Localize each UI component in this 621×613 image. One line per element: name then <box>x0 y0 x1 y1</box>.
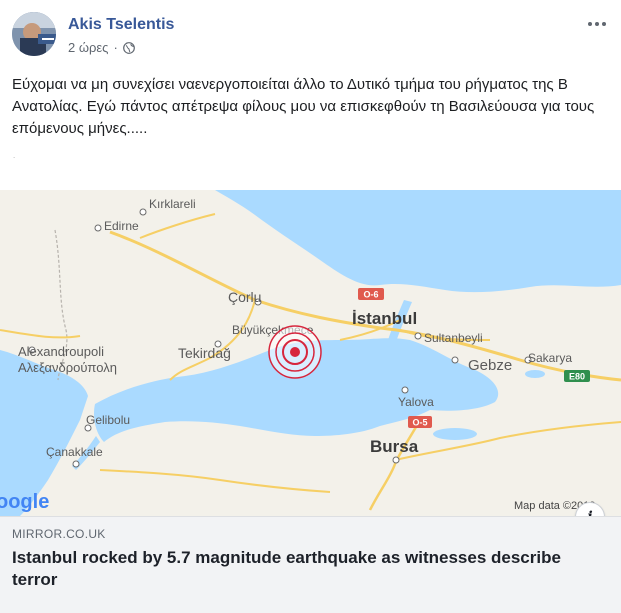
road-badge-o6: O-6 <box>358 288 384 300</box>
post-text-mark: . <box>13 151 16 160</box>
map-label-sultanbeyli: Sultanbeyli <box>424 331 483 345</box>
post-timestamp[interactable]: 2 ώρες <box>68 40 108 55</box>
link-preview[interactable]: O-6 O-5 E80 Kırklareli Edirne Çorlu Büyü… <box>0 190 621 613</box>
more-horizontal-icon[interactable] <box>583 12 611 36</box>
map-label-alexandroupoli-gr: Αλεξανδρούπολη <box>18 360 117 375</box>
post-header: Akis Tselentis 2 ώρες · <box>0 0 621 70</box>
map-label-gebze: Gebze <box>468 357 512 374</box>
road-badge-o5: O-5 <box>408 416 432 428</box>
map-label-corlu: Çorlu <box>228 289 261 305</box>
svg-text:oogle: oogle <box>0 491 49 513</box>
svg-text:E80: E80 <box>569 372 585 382</box>
map-label-kirklareli: Kırklareli <box>149 197 196 211</box>
earthquake-epicenter-marker <box>268 325 322 379</box>
map-label-istanbul: İstanbul <box>352 309 417 328</box>
link-preview-map[interactable]: O-6 O-5 E80 Kırklareli Edirne Çorlu Büyü… <box>0 190 621 516</box>
map-label-alexandroupoli: Alexandroupoli <box>18 344 104 359</box>
google-logo: oogle <box>0 491 49 513</box>
map-label-gelibolu: Gelibolu <box>86 413 130 427</box>
facebook-post: Akis Tselentis 2 ώρες · Εύχομαι να μη συ… <box>0 0 621 613</box>
svg-text:O-5: O-5 <box>412 418 427 428</box>
map-label-bursa: Bursa <box>370 437 419 456</box>
map-label-sakarya: Sakarya <box>528 351 572 365</box>
road-badge-e80: E80 <box>564 370 590 382</box>
avatar[interactable] <box>12 12 56 56</box>
post-meta: 2 ώρες · <box>68 40 135 55</box>
map-label-yalova: Yalova <box>398 395 434 409</box>
map-label-edirne: Edirne <box>104 219 139 233</box>
author-name[interactable]: Akis Tselentis <box>68 16 174 34</box>
globe-icon[interactable] <box>122 41 135 54</box>
link-domain: MIRROR.CO.UK <box>12 527 106 541</box>
post-text: Εύχομαι να μη συνεχίσει ναενεργοποιείται… <box>12 76 595 137</box>
map-label-canakkale: Çanakkale <box>46 445 103 459</box>
link-caption[interactable]: MIRROR.CO.UK Istanbul rocked by 5.7 magn… <box>0 516 621 613</box>
map-label-tekirdag: Tekirdağ <box>178 345 231 361</box>
svg-text:O-6: O-6 <box>363 290 378 300</box>
link-headline[interactable]: Istanbul rocked by 5.7 magnitude earthqu… <box>12 547 602 591</box>
meta-separator: · <box>113 40 118 55</box>
